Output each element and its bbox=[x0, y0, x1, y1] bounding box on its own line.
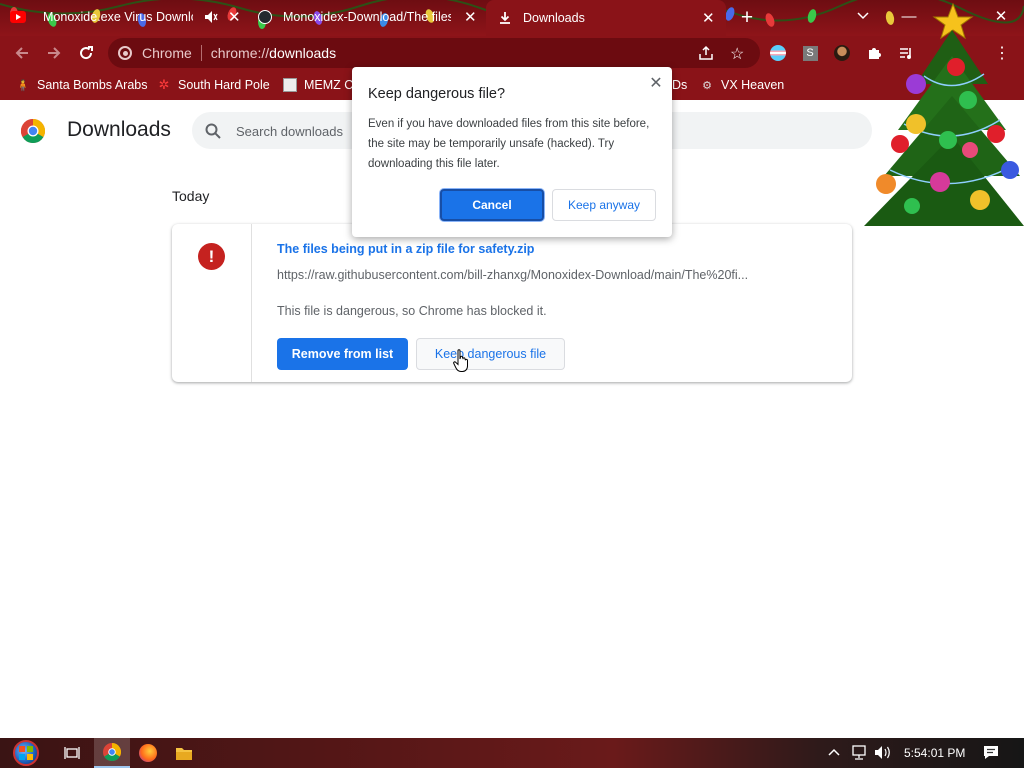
dialog-title: Keep dangerous file? bbox=[368, 86, 506, 102]
reload-icon[interactable] bbox=[74, 41, 98, 65]
folder-icon bbox=[176, 747, 192, 760]
tab-strip: Monoxide.exe Virus Downlo ✕ Monoxidex-Do… bbox=[0, 0, 1024, 36]
taskbar-clock[interactable]: 5:54:01 PM bbox=[904, 746, 965, 760]
omnibox-chrome-label: Chrome bbox=[142, 45, 192, 61]
extensions-puzzle-icon[interactable] bbox=[865, 44, 883, 62]
chrome-logo-icon bbox=[21, 119, 45, 143]
back-arrow-icon[interactable] bbox=[10, 41, 34, 65]
tab-search-chevron-down-icon[interactable] bbox=[840, 0, 886, 32]
firefox-icon bbox=[139, 744, 157, 762]
tab-downloads[interactable]: Downloads ✕ bbox=[486, 0, 726, 36]
bookmark-label: Santa Bombs Arabs bbox=[37, 78, 148, 92]
taskbar-chrome-button[interactable] bbox=[94, 738, 130, 768]
show-hidden-icons-chevron-up-icon[interactable] bbox=[828, 744, 840, 759]
close-tab-icon[interactable]: ✕ bbox=[702, 9, 715, 27]
close-tab-icon[interactable]: ✕ bbox=[228, 8, 241, 26]
bookmark-memz[interactable]: MEMZ C bbox=[283, 76, 353, 94]
omnibox-divider bbox=[200, 45, 202, 61]
keep-dangerous-file-button[interactable]: Keep dangerous file bbox=[416, 338, 565, 370]
tab-title: Monoxidex-Download/The files bbox=[283, 10, 451, 24]
volume-speaker-icon[interactable] bbox=[874, 745, 892, 763]
bookmark-vx-heaven[interactable]: ⚙ VX Heaven bbox=[700, 76, 784, 94]
download-item-card: ! The files being put in a zip file for … bbox=[172, 224, 852, 382]
bookmark-partial[interactable]: Ds bbox=[672, 76, 687, 94]
vx-heaven-favicon-icon: ⚙ bbox=[702, 79, 712, 92]
muted-speaker-icon[interactable] bbox=[204, 10, 218, 27]
dialog-message: Even if you have downloaded files from t… bbox=[368, 118, 650, 170]
bookmark-south-hard-pole[interactable]: ✲ South Hard Pole bbox=[157, 76, 270, 94]
network-icon[interactable] bbox=[850, 745, 868, 763]
close-icon[interactable]: ✕ bbox=[648, 75, 664, 92]
youtube-icon bbox=[10, 11, 26, 23]
tab-title: Monoxide.exe Virus Downlo bbox=[43, 10, 193, 24]
kebab-menu-icon[interactable]: ⋮ bbox=[993, 44, 1011, 62]
github-icon bbox=[258, 10, 272, 24]
windows-start-orb-icon bbox=[13, 740, 39, 766]
extension-avatar-icon[interactable] bbox=[833, 44, 851, 62]
santa-favicon-icon: 🧍 bbox=[16, 79, 30, 92]
memz-favicon-icon bbox=[283, 78, 297, 92]
red-snowflake-icon: ✲ bbox=[158, 77, 170, 92]
download-status-text: This file is dangerous, so Chrome has bl… bbox=[277, 304, 547, 318]
new-tab-button[interactable]: + bbox=[726, 2, 768, 34]
bookmark-santa-bombs-arabs[interactable]: 🧍 Santa Bombs Arabs bbox=[16, 76, 147, 94]
extension-s-icon[interactable]: S bbox=[801, 44, 819, 62]
browser-toolbar: Chrome chrome://downloads ☆ S ⋮ bbox=[0, 36, 1024, 70]
url-scheme: chrome:// bbox=[210, 45, 270, 61]
download-icon-column: ! bbox=[172, 224, 252, 382]
date-section-label: Today bbox=[172, 188, 210, 204]
download-file-name-link[interactable]: The files being put in a zip file for sa… bbox=[277, 242, 534, 256]
close-window-button[interactable]: ✕ bbox=[978, 0, 1024, 32]
bookmark-label: South Hard Pole bbox=[178, 78, 270, 92]
bookmark-label: VX Heaven bbox=[721, 78, 785, 92]
taskbar-file-explorer-button[interactable] bbox=[166, 738, 202, 768]
tab-monoxidex-download[interactable]: Monoxidex-Download/The files ✕ bbox=[258, 0, 486, 34]
keep-anyway-button[interactable]: Keep anyway bbox=[552, 189, 656, 221]
minimize-button[interactable]: — bbox=[886, 0, 932, 32]
address-bar[interactable]: Chrome chrome://downloads ☆ bbox=[108, 38, 760, 68]
tab-title: Downloads bbox=[523, 11, 585, 25]
windows-taskbar: 5:54:01 PM bbox=[0, 738, 1024, 768]
bookmark-label: MEMZ C bbox=[304, 78, 354, 92]
bookmark-label: Ds bbox=[672, 78, 688, 92]
chrome-badge-icon bbox=[118, 46, 132, 60]
url-host: downloads bbox=[269, 45, 337, 61]
page-title: Downloads bbox=[67, 118, 171, 141]
danger-warning-icon: ! bbox=[198, 243, 225, 270]
omnibox-url: chrome://downloads bbox=[211, 45, 336, 61]
taskbar-firefox-button[interactable] bbox=[130, 738, 166, 768]
remove-from-list-button[interactable]: Remove from list bbox=[277, 338, 408, 370]
forward-arrow-icon[interactable] bbox=[42, 41, 66, 65]
close-tab-icon[interactable]: ✕ bbox=[464, 8, 477, 26]
start-button[interactable] bbox=[4, 738, 48, 768]
download-icon bbox=[498, 11, 512, 25]
search-icon bbox=[205, 123, 221, 139]
cancel-button[interactable]: Cancel bbox=[440, 189, 544, 221]
download-source-url[interactable]: https://raw.githubusercontent.com/bill-z… bbox=[277, 268, 777, 282]
media-control-icon[interactable] bbox=[897, 44, 915, 62]
share-icon[interactable] bbox=[698, 45, 714, 61]
bookmark-star-icon[interactable]: ☆ bbox=[730, 44, 744, 64]
action-center-notification-icon[interactable] bbox=[983, 745, 999, 763]
keep-dangerous-file-dialog: Keep dangerous file? ✕ Even if you have … bbox=[352, 67, 672, 237]
tab-monoxide-virus[interactable]: Monoxide.exe Virus Downlo ✕ bbox=[10, 0, 250, 34]
profile-flag-icon[interactable] bbox=[769, 44, 787, 62]
task-view-button[interactable] bbox=[54, 738, 90, 768]
chrome-icon bbox=[103, 743, 121, 761]
